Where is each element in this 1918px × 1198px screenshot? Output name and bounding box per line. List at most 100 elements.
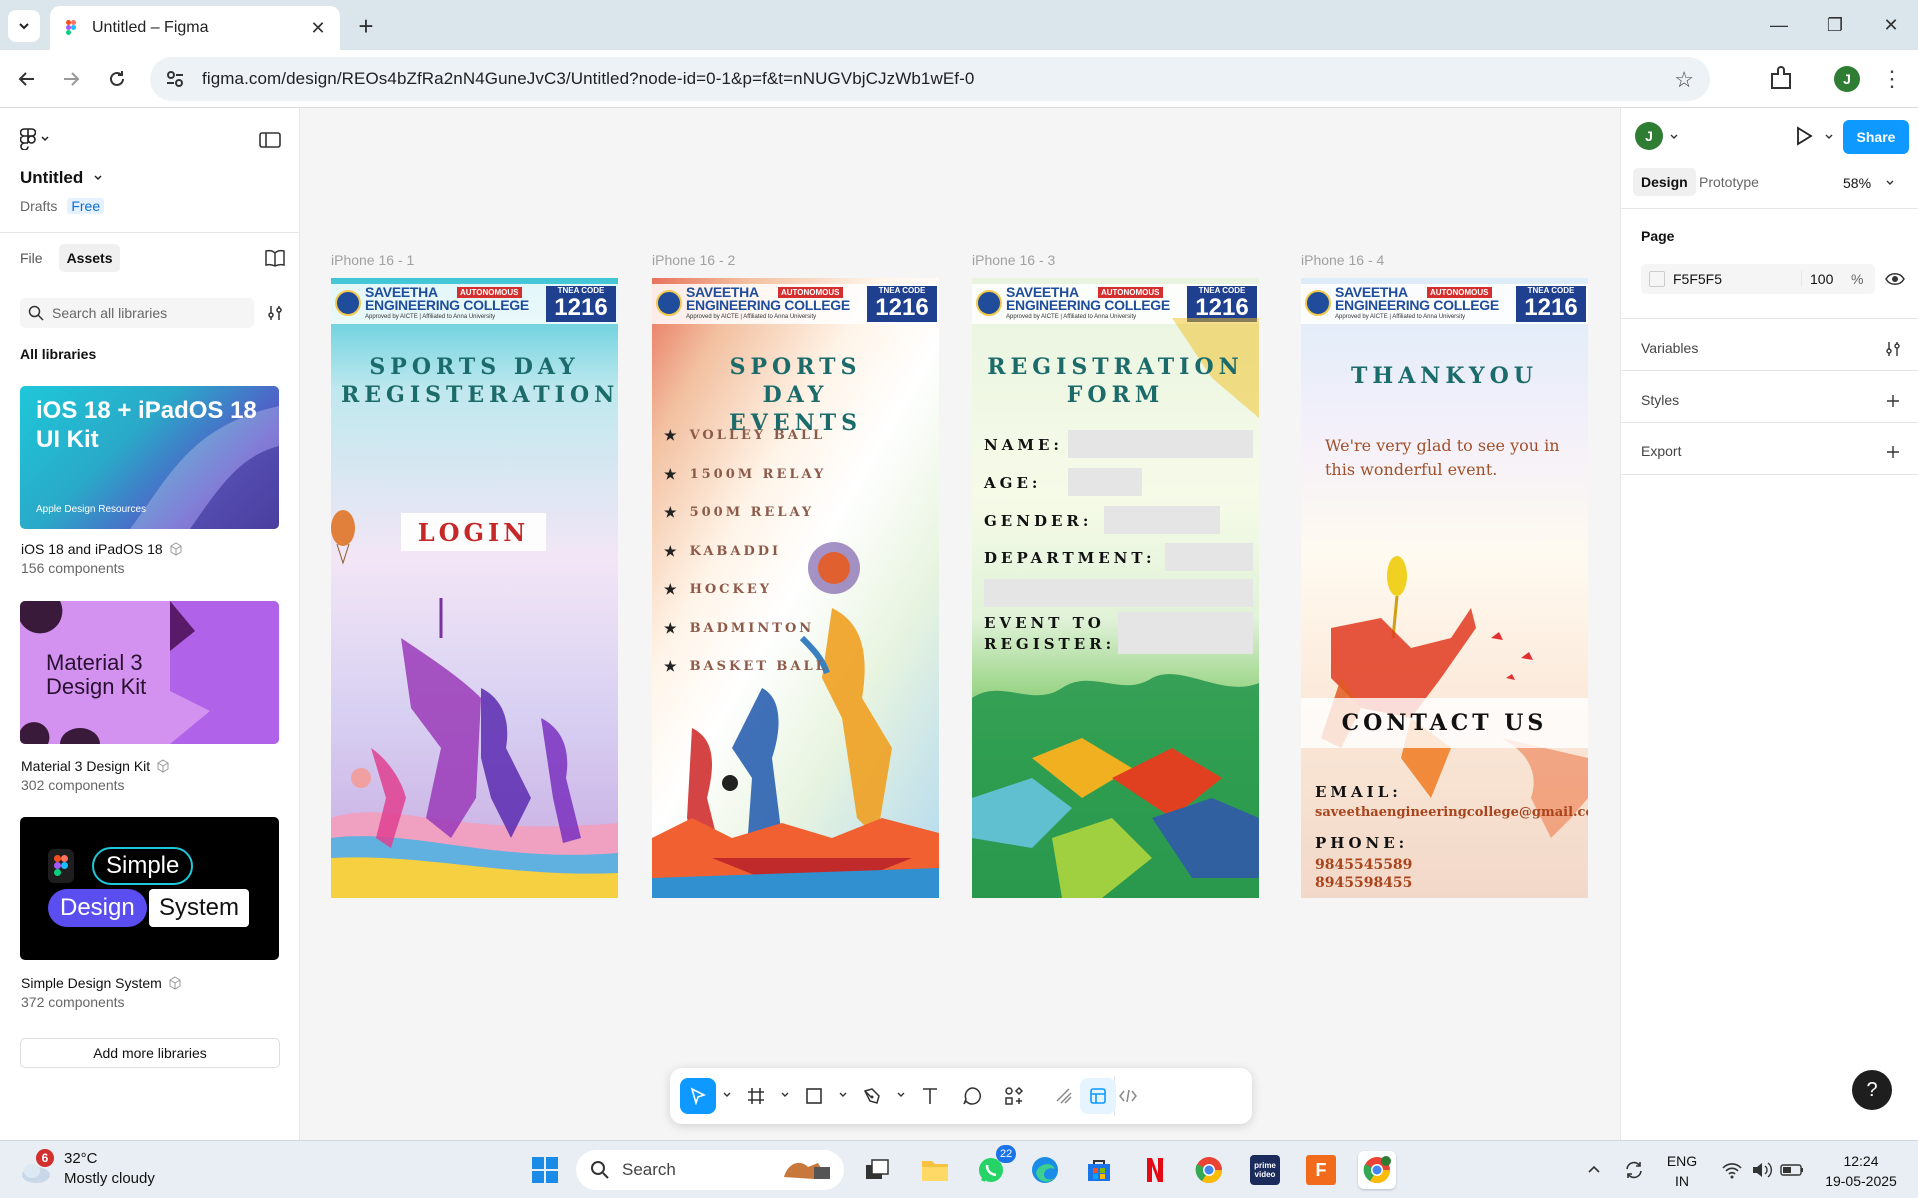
age-field[interactable] bbox=[1068, 468, 1142, 496]
edge-icon[interactable] bbox=[1026, 1151, 1064, 1189]
bookmark-star-icon[interactable]: ☆ bbox=[1674, 67, 1694, 93]
taskbar-search[interactable]: Search bbox=[576, 1150, 844, 1190]
frame-iphone-4[interactable]: SAVEETHA ENGINEERING COLLEGE AUTONOMOUS A… bbox=[1301, 278, 1588, 898]
library-thumbnail-simple[interactable]: Simple Design System bbox=[20, 817, 279, 960]
department-field-extra[interactable] bbox=[984, 579, 1253, 607]
tab-prototype[interactable]: Prototype bbox=[1691, 168, 1767, 196]
chevron-down-icon[interactable] bbox=[722, 1090, 732, 1100]
start-button[interactable] bbox=[526, 1151, 564, 1189]
library-name-simple[interactable]: Simple Design System bbox=[21, 975, 182, 991]
forward-button[interactable] bbox=[56, 64, 86, 94]
language-indicator[interactable]: ENG IN bbox=[1660, 1151, 1704, 1191]
add-plus-icon[interactable] bbox=[1885, 444, 1901, 460]
prime-video-icon[interactable]: prime video bbox=[1246, 1151, 1284, 1189]
filter-icon[interactable] bbox=[266, 304, 284, 322]
frame-label-2[interactable]: iPhone 16 - 2 bbox=[652, 252, 735, 268]
page-opacity[interactable]: 100 bbox=[1801, 271, 1833, 287]
styles-row[interactable]: Styles bbox=[1641, 392, 1679, 408]
browser-tab[interactable]: Untitled – Figma ✕ bbox=[50, 6, 340, 50]
variables-settings-icon[interactable] bbox=[1885, 341, 1901, 357]
minimize-button[interactable]: — bbox=[1756, 10, 1802, 40]
chevron-down-icon[interactable] bbox=[1824, 132, 1834, 142]
comment-tool[interactable] bbox=[954, 1078, 990, 1114]
frame-iphone-2[interactable]: SAVEETHA ENGINEERING COLLEGE AUTONOMOUS A… bbox=[652, 278, 939, 898]
plan-badge[interactable]: Free bbox=[67, 198, 105, 214]
help-button[interactable]: ? bbox=[1852, 1070, 1892, 1110]
frame-iphone-1[interactable]: SAVEETHA ENGINEERING COLLEGE AUTONOMOUS A… bbox=[331, 278, 618, 898]
tab-search-button[interactable] bbox=[8, 10, 40, 42]
site-info-icon[interactable] bbox=[164, 68, 186, 90]
chevron-down-icon[interactable] bbox=[1669, 132, 1679, 142]
tab-close-icon[interactable]: ✕ bbox=[308, 18, 328, 38]
close-window-button[interactable]: ✕ bbox=[1868, 10, 1914, 40]
frame-tool[interactable] bbox=[738, 1078, 774, 1114]
page-color-hex[interactable]: F5F5F5 bbox=[1673, 271, 1722, 287]
sidebar-toggle-icon[interactable] bbox=[258, 130, 282, 150]
maximize-button[interactable]: ❐ bbox=[1812, 10, 1858, 40]
present-play-icon[interactable] bbox=[1793, 124, 1815, 148]
sync-icon[interactable] bbox=[1614, 1151, 1654, 1189]
file-title[interactable]: Untitled bbox=[20, 168, 103, 188]
event-field[interactable] bbox=[1118, 612, 1253, 654]
draw-mode-tool[interactable] bbox=[1046, 1078, 1082, 1114]
tab-design[interactable]: Design bbox=[1633, 168, 1696, 196]
profile-avatar[interactable]: J bbox=[1834, 66, 1860, 92]
extensions-icon[interactable] bbox=[1766, 64, 1796, 94]
file-location[interactable]: Drafts bbox=[20, 198, 57, 214]
zoom-dropdown[interactable]: 58% bbox=[1843, 175, 1895, 191]
text-tool[interactable] bbox=[912, 1078, 948, 1114]
chrome-profile-active-icon[interactable] bbox=[1358, 1151, 1396, 1189]
dev-mode-tool[interactable] bbox=[1110, 1078, 1146, 1114]
reload-button[interactable] bbox=[102, 64, 132, 94]
new-tab-button[interactable]: + bbox=[352, 11, 380, 41]
department-field[interactable] bbox=[1165, 543, 1253, 571]
task-view-icon[interactable] bbox=[858, 1151, 896, 1189]
frame-label-1[interactable]: iPhone 16 - 1 bbox=[331, 252, 414, 268]
library-name-material[interactable]: Material 3 Design Kit bbox=[21, 758, 170, 774]
actions-tool[interactable] bbox=[996, 1078, 1032, 1114]
divider bbox=[1621, 474, 1918, 475]
user-avatar[interactable]: J bbox=[1635, 122, 1663, 150]
store-icon[interactable] bbox=[1080, 1151, 1118, 1189]
clock[interactable]: 12:24 19-05-2025 bbox=[1816, 1151, 1906, 1191]
library-name-ios[interactable]: iOS 18 and iPadOS 18 bbox=[21, 541, 183, 557]
chrome-icon[interactable] bbox=[1190, 1151, 1228, 1189]
library-book-icon[interactable] bbox=[264, 248, 286, 268]
weather-widget[interactable]: 6 32°C Mostly cloudy bbox=[18, 1149, 155, 1189]
page-color-field[interactable]: F5F5F5 100 % bbox=[1641, 264, 1875, 294]
shape-tool[interactable] bbox=[796, 1078, 832, 1114]
file-explorer-icon[interactable] bbox=[916, 1151, 954, 1189]
browser-menu-icon[interactable]: ⋮ bbox=[1880, 64, 1904, 94]
add-more-libraries-button[interactable]: Add more libraries bbox=[20, 1038, 280, 1068]
chevron-down-icon[interactable] bbox=[896, 1090, 906, 1100]
fusion-app-icon[interactable]: F bbox=[1302, 1151, 1340, 1189]
library-search-input[interactable]: Search all libraries bbox=[20, 298, 254, 328]
share-button[interactable]: Share bbox=[1843, 120, 1909, 154]
figma-main-menu[interactable] bbox=[20, 128, 50, 150]
tab-assets[interactable]: Assets bbox=[58, 244, 121, 272]
eye-icon[interactable] bbox=[1885, 270, 1905, 288]
move-tool[interactable] bbox=[680, 1078, 716, 1114]
export-row[interactable]: Export bbox=[1641, 443, 1681, 459]
design-canvas[interactable]: iPhone 16 - 1 SAVEETHA ENGINEERING COLLEG… bbox=[300, 108, 1620, 1140]
color-swatch[interactable] bbox=[1649, 271, 1665, 287]
library-thumbnail-ios[interactable]: iOS 18 + iPadOS 18 UI Kit Apple Design R… bbox=[20, 386, 279, 529]
tab-file[interactable]: File bbox=[12, 244, 51, 272]
gender-field[interactable] bbox=[1104, 506, 1220, 534]
variables-row[interactable]: Variables bbox=[1641, 340, 1698, 356]
add-plus-icon[interactable] bbox=[1885, 393, 1901, 409]
frame-label-3[interactable]: iPhone 16 - 3 bbox=[972, 252, 1055, 268]
tray-chevron-up-icon[interactable] bbox=[1574, 1151, 1614, 1189]
library-thumbnail-material[interactable]: Material 3 Design Kit bbox=[20, 601, 279, 744]
chevron-down-icon[interactable] bbox=[838, 1090, 848, 1100]
frame-iphone-3[interactable]: SAVEETHA ENGINEERING COLLEGE AUTONOMOUS A… bbox=[972, 278, 1259, 898]
back-button[interactable] bbox=[12, 64, 42, 94]
address-bar[interactable]: figma.com/design/REOs4bZfRa2nN4GuneJvC3/… bbox=[150, 57, 1710, 101]
chevron-down-icon[interactable] bbox=[780, 1090, 790, 1100]
quick-settings[interactable] bbox=[1714, 1151, 1814, 1189]
name-field[interactable] bbox=[1068, 430, 1253, 458]
frame-label-4[interactable]: iPhone 16 - 4 bbox=[1301, 252, 1384, 268]
pen-tool[interactable] bbox=[854, 1078, 890, 1114]
whatsapp-icon[interactable]: 22 bbox=[972, 1145, 1017, 1189]
netflix-icon[interactable] bbox=[1136, 1151, 1174, 1189]
